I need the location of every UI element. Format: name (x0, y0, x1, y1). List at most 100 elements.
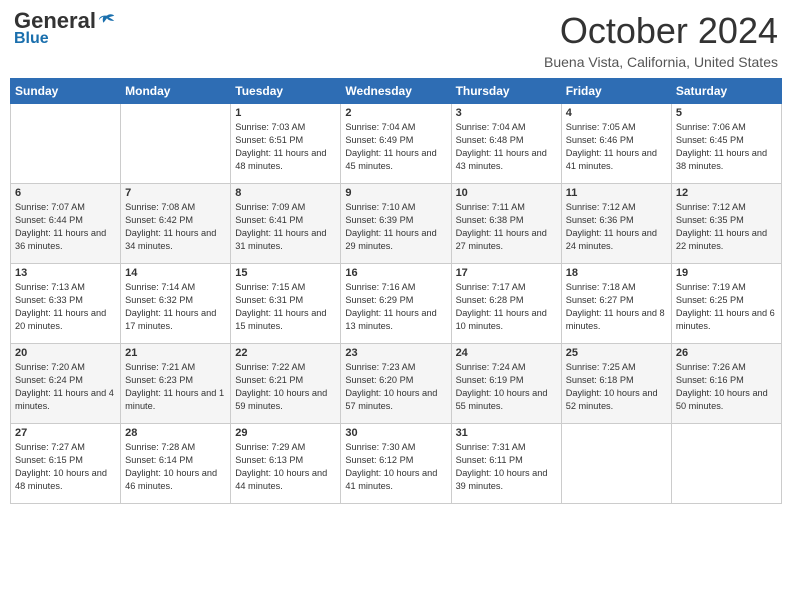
cell-content: Sunrise: 7:03 AMSunset: 6:51 PMDaylight:… (235, 121, 336, 173)
cell-content: Sunrise: 7:10 AMSunset: 6:39 PMDaylight:… (345, 201, 446, 253)
cell-content: Sunrise: 7:06 AMSunset: 6:45 PMDaylight:… (676, 121, 777, 173)
day-number: 28 (125, 427, 226, 439)
cell-content: Sunrise: 7:21 AMSunset: 6:23 PMDaylight:… (125, 361, 226, 413)
day-number: 7 (125, 187, 226, 199)
day-number: 22 (235, 347, 336, 359)
weekday-header-tuesday: Tuesday (231, 79, 341, 104)
day-number: 19 (676, 267, 777, 279)
calendar-cell: 27 Sunrise: 7:27 AMSunset: 6:15 PMDayligh… (11, 424, 121, 504)
calendar-cell: 30 Sunrise: 7:30 AMSunset: 6:12 PMDayligh… (341, 424, 451, 504)
calendar-cell: 26 Sunrise: 7:26 AMSunset: 6:16 PMDayligh… (671, 344, 781, 424)
logo-general-text: General (14, 10, 96, 32)
logo-bird-icon (98, 12, 116, 30)
cell-content: Sunrise: 7:07 AMSunset: 6:44 PMDaylight:… (15, 201, 116, 253)
day-number: 14 (125, 267, 226, 279)
day-number: 30 (345, 427, 446, 439)
day-number: 27 (15, 427, 116, 439)
day-number: 5 (676, 107, 777, 119)
calendar-cell: 19 Sunrise: 7:19 AMSunset: 6:25 PMDayligh… (671, 264, 781, 344)
weekday-header-saturday: Saturday (671, 79, 781, 104)
calendar-cell: 7 Sunrise: 7:08 AMSunset: 6:42 PMDaylight… (121, 184, 231, 264)
calendar-week-row: 13 Sunrise: 7:13 AMSunset: 6:33 PMDayligh… (11, 264, 782, 344)
calendar-cell: 9 Sunrise: 7:10 AMSunset: 6:39 PMDaylight… (341, 184, 451, 264)
cell-content: Sunrise: 7:30 AMSunset: 6:12 PMDaylight:… (345, 441, 446, 493)
day-number: 12 (676, 187, 777, 199)
calendar-cell: 25 Sunrise: 7:25 AMSunset: 6:18 PMDayligh… (561, 344, 671, 424)
calendar-cell: 14Sunrise: 7:14 AMSunset: 6:32 PMDayligh… (121, 264, 231, 344)
calendar-cell: 15 Sunrise: 7:15 AMSunset: 6:31 PMDayligh… (231, 264, 341, 344)
day-number: 29 (235, 427, 336, 439)
calendar-cell (121, 104, 231, 184)
day-number: 8 (235, 187, 336, 199)
calendar-cell: 29 Sunrise: 7:29 AMSunset: 6:13 PMDayligh… (231, 424, 341, 504)
day-number: 9 (345, 187, 446, 199)
day-number: 24 (456, 347, 557, 359)
calendar-cell: 21 Sunrise: 7:21 AMSunset: 6:23 PMDayligh… (121, 344, 231, 424)
day-number: 10 (456, 187, 557, 199)
cell-content: Sunrise: 7:25 AMSunset: 6:18 PMDaylight:… (566, 361, 667, 413)
calendar-cell: 11 Sunrise: 7:12 AMSunset: 6:36 PMDayligh… (561, 184, 671, 264)
cell-content: Sunrise: 7:19 AMSunset: 6:25 PMDaylight:… (676, 281, 777, 333)
page-container: General Blue October 2024 Buena Vista, C… (10, 10, 782, 504)
weekday-header-sunday: Sunday (11, 79, 121, 104)
calendar-cell: 6Sunrise: 7:07 AMSunset: 6:44 PMDaylight… (11, 184, 121, 264)
day-number: 15 (235, 267, 336, 279)
day-number: 16 (345, 267, 446, 279)
day-number: 4 (566, 107, 667, 119)
header: General Blue October 2024 Buena Vista, C… (10, 10, 782, 70)
cell-content: Sunrise: 7:15 AMSunset: 6:31 PMDaylight:… (235, 281, 336, 333)
calendar-cell (561, 424, 671, 504)
cell-content: Sunrise: 7:17 AMSunset: 6:28 PMDaylight:… (456, 281, 557, 333)
cell-content: Sunrise: 7:29 AMSunset: 6:13 PMDaylight:… (235, 441, 336, 493)
cell-content: Sunrise: 7:13 AMSunset: 6:33 PMDaylight:… (15, 281, 116, 333)
calendar-cell: 5 Sunrise: 7:06 AMSunset: 6:45 PMDaylight… (671, 104, 781, 184)
weekday-header-row: SundayMondayTuesdayWednesdayThursdayFrid… (11, 79, 782, 104)
title-area: October 2024 Buena Vista, California, Un… (544, 10, 778, 70)
day-number: 13 (15, 267, 116, 279)
calendar-cell: 20Sunrise: 7:20 AMSunset: 6:24 PMDayligh… (11, 344, 121, 424)
calendar-cell: 2Sunrise: 7:04 AMSunset: 6:49 PMDaylight… (341, 104, 451, 184)
day-number: 23 (345, 347, 446, 359)
calendar-cell: 24 Sunrise: 7:24 AMSunset: 6:19 PMDayligh… (451, 344, 561, 424)
day-number: 18 (566, 267, 667, 279)
day-number: 21 (125, 347, 226, 359)
calendar-cell: 17 Sunrise: 7:17 AMSunset: 6:28 PMDayligh… (451, 264, 561, 344)
calendar-cell: 1Sunrise: 7:03 AMSunset: 6:51 PMDaylight… (231, 104, 341, 184)
cell-content: Sunrise: 7:24 AMSunset: 6:19 PMDaylight:… (456, 361, 557, 413)
weekday-header-friday: Friday (561, 79, 671, 104)
calendar-cell: 10Sunrise: 7:11 AMSunset: 6:38 PMDayligh… (451, 184, 561, 264)
calendar-cell: 28 Sunrise: 7:28 AMSunset: 6:14 PMDayligh… (121, 424, 231, 504)
cell-content: Sunrise: 7:12 AMSunset: 6:35 PMDaylight:… (676, 201, 777, 253)
day-number: 2 (345, 107, 446, 119)
cell-content: Sunrise: 7:08 AMSunset: 6:42 PMDaylight:… (125, 201, 226, 253)
day-number: 20 (15, 347, 116, 359)
cell-content: Sunrise: 7:23 AMSunset: 6:20 PMDaylight:… (345, 361, 446, 413)
calendar-cell: 3 Sunrise: 7:04 AMSunset: 6:48 PMDaylight… (451, 104, 561, 184)
cell-content: Sunrise: 7:09 AMSunset: 6:41 PMDaylight:… (235, 201, 336, 253)
cell-content: Sunrise: 7:22 AMSunset: 6:21 PMDaylight:… (235, 361, 336, 413)
day-number: 3 (456, 107, 557, 119)
day-number: 17 (456, 267, 557, 279)
cell-content: Sunrise: 7:04 AMSunset: 6:48 PMDaylight:… (456, 121, 557, 173)
calendar-week-row: 1Sunrise: 7:03 AMSunset: 6:51 PMDaylight… (11, 104, 782, 184)
month-title: October 2024 (544, 10, 778, 52)
calendar-cell: 31Sunrise: 7:31 AMSunset: 6:11 PMDayligh… (451, 424, 561, 504)
calendar-cell: 4Sunrise: 7:05 AMSunset: 6:46 PMDaylight… (561, 104, 671, 184)
day-number: 11 (566, 187, 667, 199)
weekday-header-monday: Monday (121, 79, 231, 104)
calendar-cell: 8 Sunrise: 7:09 AMSunset: 6:41 PMDaylight… (231, 184, 341, 264)
cell-content: Sunrise: 7:12 AMSunset: 6:36 PMDaylight:… (566, 201, 667, 253)
calendar-cell (11, 104, 121, 184)
calendar-cell: 23 Sunrise: 7:23 AMSunset: 6:20 PMDayligh… (341, 344, 451, 424)
calendar-cell: 18 Sunrise: 7:18 AMSunset: 6:27 PMDayligh… (561, 264, 671, 344)
cell-content: Sunrise: 7:26 AMSunset: 6:16 PMDaylight:… (676, 361, 777, 413)
day-number: 26 (676, 347, 777, 359)
location-text: Buena Vista, California, United States (544, 54, 778, 70)
calendar-cell: 12 Sunrise: 7:12 AMSunset: 6:35 PMDayligh… (671, 184, 781, 264)
cell-content: Sunrise: 7:28 AMSunset: 6:14 PMDaylight:… (125, 441, 226, 493)
calendar-cell: 13 Sunrise: 7:13 AMSunset: 6:33 PMDayligh… (11, 264, 121, 344)
cell-content: Sunrise: 7:27 AMSunset: 6:15 PMDaylight:… (15, 441, 116, 493)
calendar-table: SundayMondayTuesdayWednesdayThursdayFrid… (10, 78, 782, 504)
cell-content: Sunrise: 7:18 AMSunset: 6:27 PMDaylight:… (566, 281, 667, 333)
day-number: 25 (566, 347, 667, 359)
